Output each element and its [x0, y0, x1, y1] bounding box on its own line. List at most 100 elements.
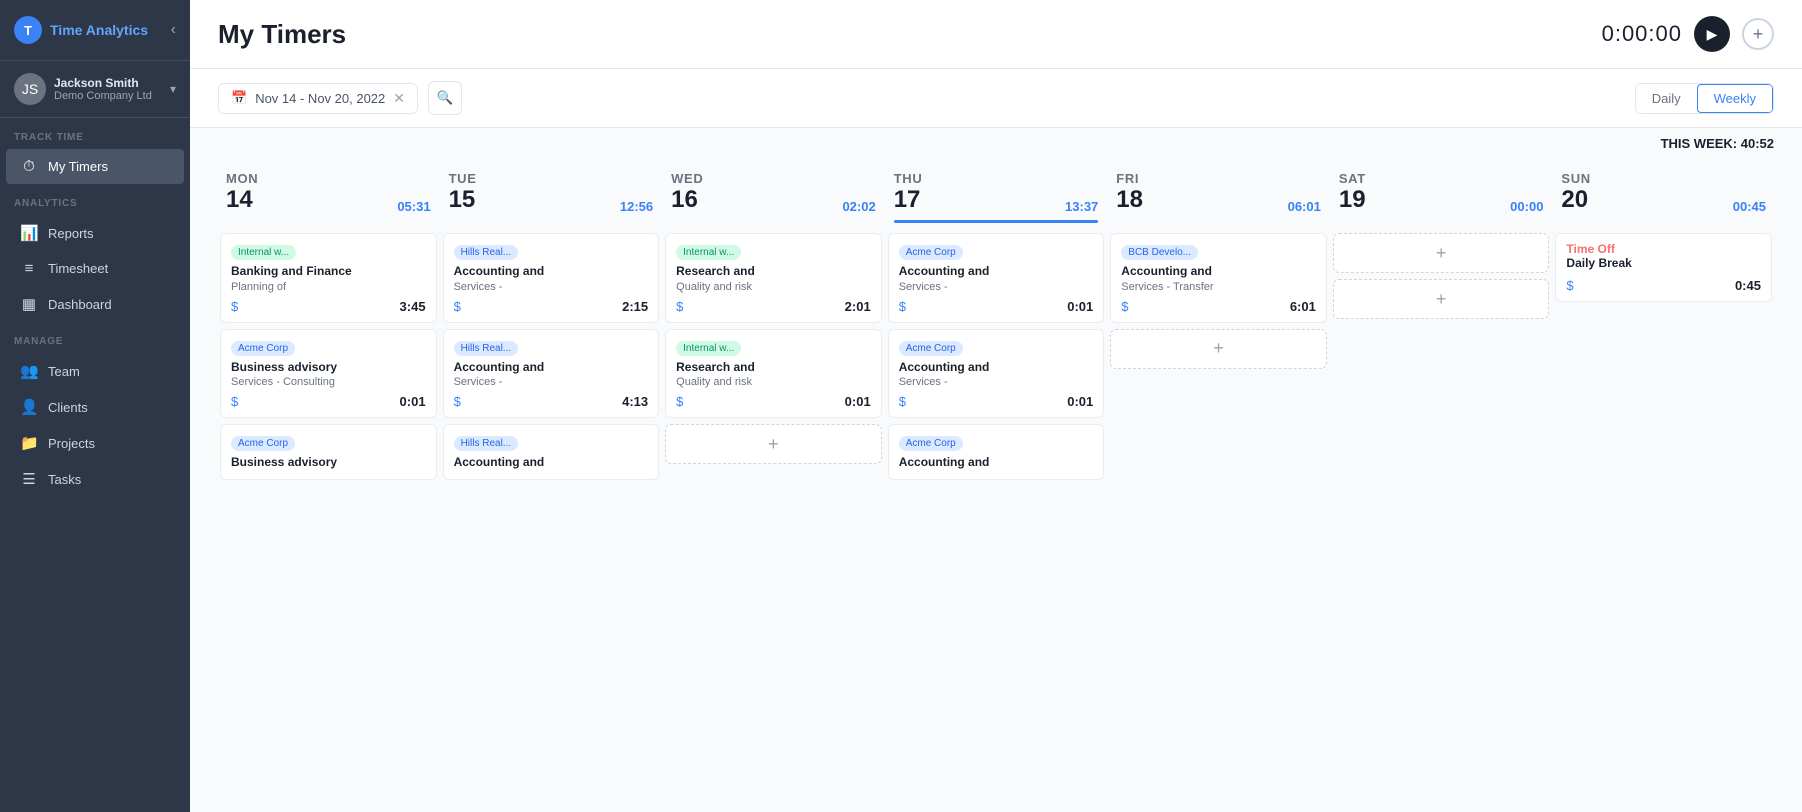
timer-duration: 0:01	[845, 394, 871, 409]
dollar-icon: $	[899, 299, 906, 314]
sidebar-item-label: Dashboard	[48, 297, 112, 312]
day-number-label: 14	[226, 186, 258, 214]
sidebar-item-dashboard[interactable]: ▦ Dashboard	[6, 286, 184, 322]
timer-footer: $ 2:01	[676, 299, 871, 314]
timer-title: Daily Break	[1566, 256, 1761, 272]
calendar-grid: MON 14 05:31 TUE 15 12:56 WED 16 02:02	[218, 159, 1774, 486]
timer-display: 0:00:00	[1602, 21, 1682, 47]
sidebar-item-label: Reports	[48, 226, 94, 241]
chevron-down-icon: ▾	[170, 82, 176, 96]
weekly-view-button[interactable]: Weekly	[1697, 84, 1773, 113]
sidebar-item-reports[interactable]: 📊 Reports	[6, 215, 184, 251]
day-header-row: FRI 18 06:01	[1116, 171, 1321, 214]
sidebar-item-label: Team	[48, 364, 80, 379]
timer-card[interactable]: Internal w... Banking and Finance Planni…	[220, 233, 437, 323]
add-timer-card-bottom[interactable]: +	[1333, 279, 1550, 319]
date-range-picker[interactable]: 📅 Nov 14 - Nov 20, 2022 ✕	[218, 83, 418, 114]
user-info: Jackson Smith Demo Company Ltd	[54, 76, 162, 102]
dollar-icon: $	[231, 394, 238, 409]
time-off-label: Time Off	[1566, 242, 1761, 256]
timer-card[interactable]: Hills Real... Accounting and Services - …	[443, 233, 660, 323]
timer-title: Accounting and	[454, 455, 649, 471]
timer-title: Business advisory	[231, 455, 426, 471]
timer-duration: 0:01	[1067, 394, 1093, 409]
client-badge: Hills Real...	[454, 341, 519, 356]
timer-desc: Planning of	[231, 281, 426, 293]
timer-card[interactable]: Acme Corp Accounting and Services - $ 0:…	[888, 329, 1105, 419]
app-name-label: Time Analytics	[50, 22, 148, 38]
avatar: JS	[14, 73, 46, 105]
day-number-label: 16	[671, 186, 703, 214]
timer-title: Accounting and	[899, 264, 1094, 280]
sidebar-item-label: Timesheet	[48, 261, 108, 276]
timer-card[interactable]: BCB Develo... Accounting and Services - …	[1110, 233, 1327, 323]
timer-card[interactable]: Internal w... Research and Quality and r…	[665, 329, 882, 419]
timer-title: Accounting and	[899, 360, 1094, 376]
client-badge: Acme Corp	[899, 341, 963, 356]
day-col-mon: Internal w... Banking and Finance Planni…	[218, 233, 439, 486]
sidebar-item-team[interactable]: 👥 Team	[6, 353, 184, 389]
timer-icon: ⏱	[20, 158, 38, 175]
client-badge: Hills Real...	[454, 245, 519, 260]
day-number-label: 18	[1116, 186, 1143, 214]
timer-card[interactable]: Acme Corp Accounting and	[888, 424, 1105, 480]
search-button[interactable]: 🔍	[428, 81, 462, 115]
timer-desc: Services -	[454, 376, 649, 388]
timer-duration: 2:15	[622, 299, 648, 314]
main-content: My Timers 0:00:00 ▶ + 📅 Nov 14 - Nov 20,…	[190, 0, 1802, 812]
timer-desc: Services -	[899, 376, 1094, 388]
sidebar-item-clients[interactable]: 👤 Clients	[6, 389, 184, 425]
dollar-icon: $	[454, 299, 461, 314]
dollar-icon: $	[454, 394, 461, 409]
calendar-icon: 📅	[231, 90, 247, 106]
add-timer-card[interactable]: +	[1333, 233, 1550, 273]
day-header-wed: WED 16 02:02	[663, 159, 884, 231]
projects-icon: 📁	[20, 434, 38, 452]
day-name-label: SUN	[1561, 171, 1590, 186]
day-header-tue: TUE 15 12:56	[441, 159, 662, 231]
sidebar-item-label: My Timers	[48, 159, 108, 174]
dollar-icon: $	[1121, 299, 1128, 314]
timer-footer: $ 3:45	[231, 299, 426, 314]
manage-section-label: MANAGE	[0, 322, 190, 353]
toolbar-left: 📅 Nov 14 - Nov 20, 2022 ✕ 🔍	[218, 81, 462, 115]
day-total-label: 00:45	[1733, 199, 1766, 214]
week-summary-label: THIS WEEK: 40:52	[190, 128, 1802, 159]
play-timer-button[interactable]: ▶	[1694, 16, 1730, 52]
dollar-icon: $	[676, 394, 683, 409]
timer-card[interactable]: Acme Corp Business advisory	[220, 424, 437, 480]
sidebar-item-tasks[interactable]: ☰ Tasks	[6, 461, 184, 497]
sidebar-item-projects[interactable]: 📁 Projects	[6, 425, 184, 461]
timer-card[interactable]: Acme Corp Business advisory Services - C…	[220, 329, 437, 419]
add-timer-card[interactable]: +	[665, 424, 882, 464]
search-icon: 🔍	[437, 90, 454, 106]
timer-footer: $ 0:01	[899, 299, 1094, 314]
timer-card[interactable]: Time Off Daily Break $ 0:45	[1555, 233, 1772, 302]
sidebar-collapse-button[interactable]: ‹	[171, 21, 176, 39]
client-badge: Acme Corp	[899, 436, 963, 451]
tasks-icon: ☰	[20, 470, 38, 488]
sidebar-item-my-timers[interactable]: ⏱ My Timers	[6, 149, 184, 184]
user-profile-section[interactable]: JS Jackson Smith Demo Company Ltd ▾	[0, 61, 190, 118]
sidebar-item-timesheet[interactable]: ≡ Timesheet	[6, 251, 184, 286]
sidebar-item-label: Projects	[48, 436, 95, 451]
day-header-thu: THU 17 13:37	[886, 159, 1107, 231]
sidebar-item-label: Clients	[48, 400, 88, 415]
timer-footer: $ 0:01	[231, 394, 426, 409]
track-time-section-label: TRACK TIME	[0, 118, 190, 149]
day-name-label: SAT	[1339, 171, 1366, 186]
timer-desc: Services -	[899, 281, 1094, 293]
date-clear-button[interactable]: ✕	[393, 90, 405, 107]
timer-card[interactable]: Hills Real... Accounting and	[443, 424, 660, 480]
timer-footer: $ 6:01	[1121, 299, 1316, 314]
timer-card[interactable]: Acme Corp Accounting and Services - $ 0:…	[888, 233, 1105, 323]
day-col-fri: BCB Develo... Accounting and Services - …	[1108, 233, 1329, 486]
timer-duration: 0:01	[1067, 299, 1093, 314]
timer-duration: 6:01	[1290, 299, 1316, 314]
daily-view-button[interactable]: Daily	[1636, 84, 1697, 113]
add-timer-button[interactable]: +	[1742, 18, 1774, 50]
timer-card[interactable]: Hills Real... Accounting and Services - …	[443, 329, 660, 419]
add-timer-card[interactable]: +	[1110, 329, 1327, 369]
timer-card[interactable]: Internal w... Research and Quality and r…	[665, 233, 882, 323]
timer-title: Banking and Finance	[231, 264, 426, 280]
